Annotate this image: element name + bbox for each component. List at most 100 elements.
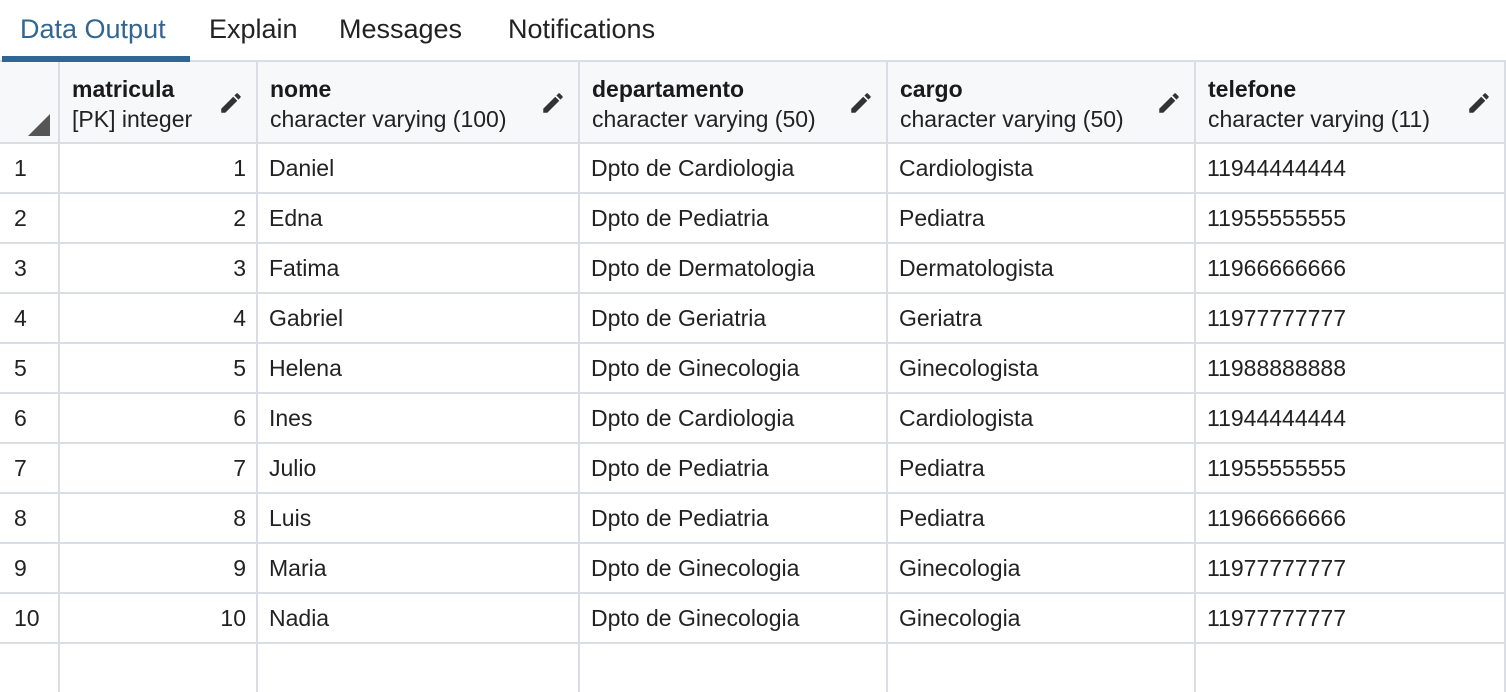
cell-nome[interactable]: Luis bbox=[258, 494, 580, 544]
column-header-departamento[interactable]: departamento character varying (50) bbox=[580, 62, 888, 144]
cell-cargo[interactable]: Pediatra bbox=[888, 194, 1196, 244]
column-name: cargo bbox=[900, 76, 963, 102]
row-number[interactable]: 10 bbox=[0, 594, 60, 644]
table-row[interactable]: 10 10 Nadia Dpto de Ginecologia Ginecolo… bbox=[0, 594, 1506, 644]
cell-telefone[interactable]: 11977777777 bbox=[1196, 294, 1506, 344]
row-number[interactable]: 1 bbox=[0, 144, 60, 194]
cell-departamento[interactable]: Dpto de Cardiologia bbox=[580, 394, 888, 444]
cell-cargo[interactable]: Cardiologista bbox=[888, 144, 1196, 194]
table-row[interactable]: 1 1 Daniel Dpto de Cardiologia Cardiolog… bbox=[0, 144, 1506, 194]
cell-departamento[interactable]: Dpto de Pediatria bbox=[580, 494, 888, 544]
cell-nome[interactable]: Nadia bbox=[258, 594, 580, 644]
cell-departamento[interactable]: Dpto de Ginecologia bbox=[580, 594, 888, 644]
cell-matricula[interactable]: 9 bbox=[60, 544, 258, 594]
cell-nome[interactable]: Fatima bbox=[258, 244, 580, 294]
cell-matricula[interactable]: 6 bbox=[60, 394, 258, 444]
column-header-matricula[interactable]: matricula [PK] integer bbox=[60, 62, 258, 144]
cell-telefone[interactable]: 11955555555 bbox=[1196, 194, 1506, 244]
column-type: character varying (50) bbox=[900, 106, 1124, 132]
empty-cell bbox=[888, 644, 1196, 692]
table-row[interactable]: 8 8 Luis Dpto de Pediatria Pediatra 1196… bbox=[0, 494, 1506, 544]
cell-departamento[interactable]: Dpto de Pediatria bbox=[580, 194, 888, 244]
pencil-icon[interactable] bbox=[218, 90, 244, 116]
cell-departamento[interactable]: Dpto de Ginecologia bbox=[580, 344, 888, 394]
column-type: character varying (100) bbox=[270, 106, 507, 132]
column-name: matricula bbox=[72, 76, 175, 102]
cell-departamento[interactable]: Dpto de Pediatria bbox=[580, 444, 888, 494]
cell-matricula[interactable]: 8 bbox=[60, 494, 258, 544]
cell-departamento[interactable]: Dpto de Geriatria bbox=[580, 294, 888, 344]
cell-matricula[interactable]: 3 bbox=[60, 244, 258, 294]
table-row[interactable]: 2 2 Edna Dpto de Pediatria Pediatra 1195… bbox=[0, 194, 1506, 244]
empty-cell bbox=[258, 644, 580, 692]
table-row[interactable]: 9 9 Maria Dpto de Ginecologia Ginecologi… bbox=[0, 544, 1506, 594]
cell-matricula[interactable]: 10 bbox=[60, 594, 258, 644]
column-type: character varying (50) bbox=[592, 106, 816, 132]
cell-telefone[interactable]: 11966666666 bbox=[1196, 494, 1506, 544]
table-row[interactable]: 4 4 Gabriel Dpto de Geriatria Geriatra 1… bbox=[0, 294, 1506, 344]
cell-departamento[interactable]: Dpto de Ginecologia bbox=[580, 544, 888, 594]
tab-explain[interactable]: Explain bbox=[209, 14, 298, 45]
tab-notifications[interactable]: Notifications bbox=[508, 14, 655, 45]
cell-telefone[interactable]: 11955555555 bbox=[1196, 444, 1506, 494]
pencil-icon[interactable] bbox=[1466, 90, 1492, 116]
table-row[interactable]: 3 3 Fatima Dpto de Dermatologia Dermatol… bbox=[0, 244, 1506, 294]
column-header-nome[interactable]: nome character varying (100) bbox=[258, 62, 580, 144]
cell-cargo[interactable]: Cardiologista bbox=[888, 394, 1196, 444]
pencil-icon[interactable] bbox=[540, 90, 566, 116]
cell-nome[interactable]: Gabriel bbox=[258, 294, 580, 344]
pencil-icon[interactable] bbox=[1156, 90, 1182, 116]
table-row[interactable]: 6 6 Ines Dpto de Cardiologia Cardiologis… bbox=[0, 394, 1506, 444]
cell-matricula[interactable]: 1 bbox=[60, 144, 258, 194]
column-name: telefone bbox=[1208, 76, 1297, 102]
cell-nome[interactable]: Daniel bbox=[258, 144, 580, 194]
cell-nome[interactable]: Maria bbox=[258, 544, 580, 594]
row-number[interactable]: 6 bbox=[0, 394, 60, 444]
cell-matricula[interactable]: 5 bbox=[60, 344, 258, 394]
cell-telefone[interactable]: 11966666666 bbox=[1196, 244, 1506, 294]
grid-header-row: matricula [PK] integer nome character va… bbox=[0, 62, 1506, 144]
cell-matricula[interactable]: 7 bbox=[60, 444, 258, 494]
cell-telefone[interactable]: 11988888888 bbox=[1196, 344, 1506, 394]
column-type: character varying (11) bbox=[1208, 106, 1430, 132]
cell-departamento[interactable]: Dpto de Cardiologia bbox=[580, 144, 888, 194]
cell-departamento[interactable]: Dpto de Dermatologia bbox=[580, 244, 888, 294]
data-grid: matricula [PK] integer nome character va… bbox=[0, 62, 1506, 692]
row-number[interactable]: 4 bbox=[0, 294, 60, 344]
row-number[interactable]: 9 bbox=[0, 544, 60, 594]
tab-data-output[interactable]: Data Output bbox=[20, 14, 166, 45]
cell-matricula[interactable]: 2 bbox=[60, 194, 258, 244]
cell-cargo[interactable]: Ginecologia bbox=[888, 594, 1196, 644]
row-number[interactable]: 2 bbox=[0, 194, 60, 244]
cell-nome[interactable]: Helena bbox=[258, 344, 580, 394]
cell-nome[interactable]: Ines bbox=[258, 394, 580, 444]
select-all-cell[interactable] bbox=[0, 62, 60, 144]
cell-telefone[interactable]: 11977777777 bbox=[1196, 544, 1506, 594]
cell-cargo[interactable]: Pediatra bbox=[888, 494, 1196, 544]
cell-cargo[interactable]: Ginecologista bbox=[888, 344, 1196, 394]
cell-telefone[interactable]: 11944444444 bbox=[1196, 144, 1506, 194]
cell-nome[interactable]: Edna bbox=[258, 194, 580, 244]
cell-nome[interactable]: Julio bbox=[258, 444, 580, 494]
empty-cell bbox=[580, 644, 888, 692]
table-row[interactable]: 7 7 Julio Dpto de Pediatria Pediatra 119… bbox=[0, 444, 1506, 494]
column-header-cargo[interactable]: cargo character varying (50) bbox=[888, 62, 1196, 144]
cell-telefone[interactable]: 11977777777 bbox=[1196, 594, 1506, 644]
row-number[interactable]: 3 bbox=[0, 244, 60, 294]
row-number[interactable]: 8 bbox=[0, 494, 60, 544]
column-type: [PK] integer bbox=[72, 106, 193, 132]
column-header-telefone[interactable]: telefone character varying (11) bbox=[1196, 62, 1506, 144]
cell-cargo[interactable]: Geriatra bbox=[888, 294, 1196, 344]
empty-cell bbox=[60, 644, 258, 692]
row-number[interactable]: 5 bbox=[0, 344, 60, 394]
cell-matricula[interactable]: 4 bbox=[60, 294, 258, 344]
table-row[interactable]: 5 5 Helena Dpto de Ginecologia Ginecolog… bbox=[0, 344, 1506, 394]
cell-cargo[interactable]: Pediatra bbox=[888, 444, 1196, 494]
pencil-icon[interactable] bbox=[848, 90, 874, 116]
row-number[interactable]: 7 bbox=[0, 444, 60, 494]
cell-telefone[interactable]: 11944444444 bbox=[1196, 394, 1506, 444]
cell-cargo[interactable]: Ginecologia bbox=[888, 544, 1196, 594]
cell-cargo[interactable]: Dermatologista bbox=[888, 244, 1196, 294]
empty-grid-area bbox=[0, 644, 1506, 692]
tab-messages[interactable]: Messages bbox=[339, 14, 462, 45]
